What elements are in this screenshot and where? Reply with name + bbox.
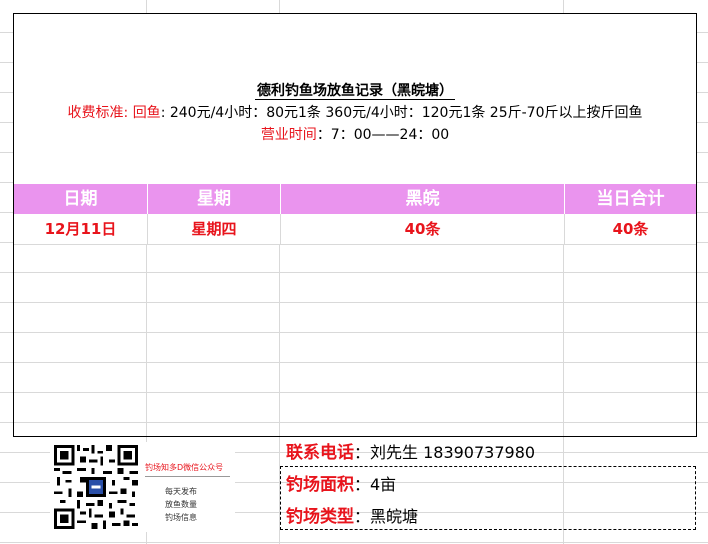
table-row: 12月11日 星期四 40条 40条 (14, 214, 696, 245)
qr-code-icon (54, 445, 138, 529)
area-label: 钓场面积 (286, 475, 354, 495)
hours-text: ：7：00——24：00 (316, 127, 450, 143)
cell-date: 12月11日 (14, 214, 148, 244)
qr-line-1: 每天发布 (165, 487, 197, 496)
column-header-heiwan: 黑皖 (281, 184, 565, 214)
contact-phone: 联系电话：刘先生 18390737980 (280, 438, 696, 468)
title-area: 德利钓鱼场放鱼记录（黑皖塘） 收费标准: 回鱼: 240元/4小时：80元1条 … (14, 14, 696, 184)
page-title: 德利钓鱼场放鱼记录（黑皖塘） (255, 83, 455, 100)
column-header-weekday: 星期 (148, 184, 281, 214)
qr-title: 钓场知多D微信公众号 (145, 463, 224, 472)
column-header-daily-total: 当日合计 (596, 189, 665, 209)
table-header: 日期 星期 黑皖 当日合计 (14, 184, 696, 214)
area-value: ：4亩 (354, 475, 397, 494)
qr-divider (145, 476, 230, 477)
fee-text: 240元/4小时：80元1条 360元/4小时：120元1条 25斤-70斤以上… (169, 105, 643, 121)
record-sheet: 德利钓鱼场放鱼记录（黑皖塘） 收费标准: 回鱼: 240元/4小时：80元1条 … (13, 13, 697, 437)
cell-heiwan-count: 40条 (281, 214, 565, 244)
phone-label: 联系电话 (286, 443, 354, 463)
cell-daily-total: 40条 (612, 220, 649, 238)
fee-label: 收费标准: (67, 105, 133, 121)
cell-weekday: 星期四 (148, 214, 281, 244)
qr-line-3: 钓场信息 (165, 513, 197, 522)
type-value: ：黑皖塘 (354, 507, 419, 526)
pond-area: 钓场面积：4亩 (280, 470, 696, 500)
fee-standard: 收费标准: 回鱼: 240元/4小时：80元1条 360元/4小时：120元1条… (14, 102, 696, 122)
footer: 钓场知多D微信公众号 每天发布 放鱼数量 钓场信息 联系电话：刘先生 18390… (0, 436, 708, 544)
pond-type: 钓场类型：黑皖塘 (280, 502, 696, 532)
business-hours: 营业时间：7：00——24：00 (14, 124, 696, 144)
qr-card: 钓场知多D微信公众号 每天发布 放鱼数量 钓场信息 (50, 442, 235, 532)
fee-colon: : (160, 105, 170, 121)
column-header-date: 日期 (14, 184, 148, 214)
qr-line-2: 放鱼数量 (165, 500, 197, 509)
phone-value: ：刘先生 18390737980 (354, 443, 536, 462)
hours-label: 营业时间 (260, 127, 317, 143)
type-label: 钓场类型 (286, 507, 354, 527)
fee-type: 回鱼 (132, 105, 161, 121)
